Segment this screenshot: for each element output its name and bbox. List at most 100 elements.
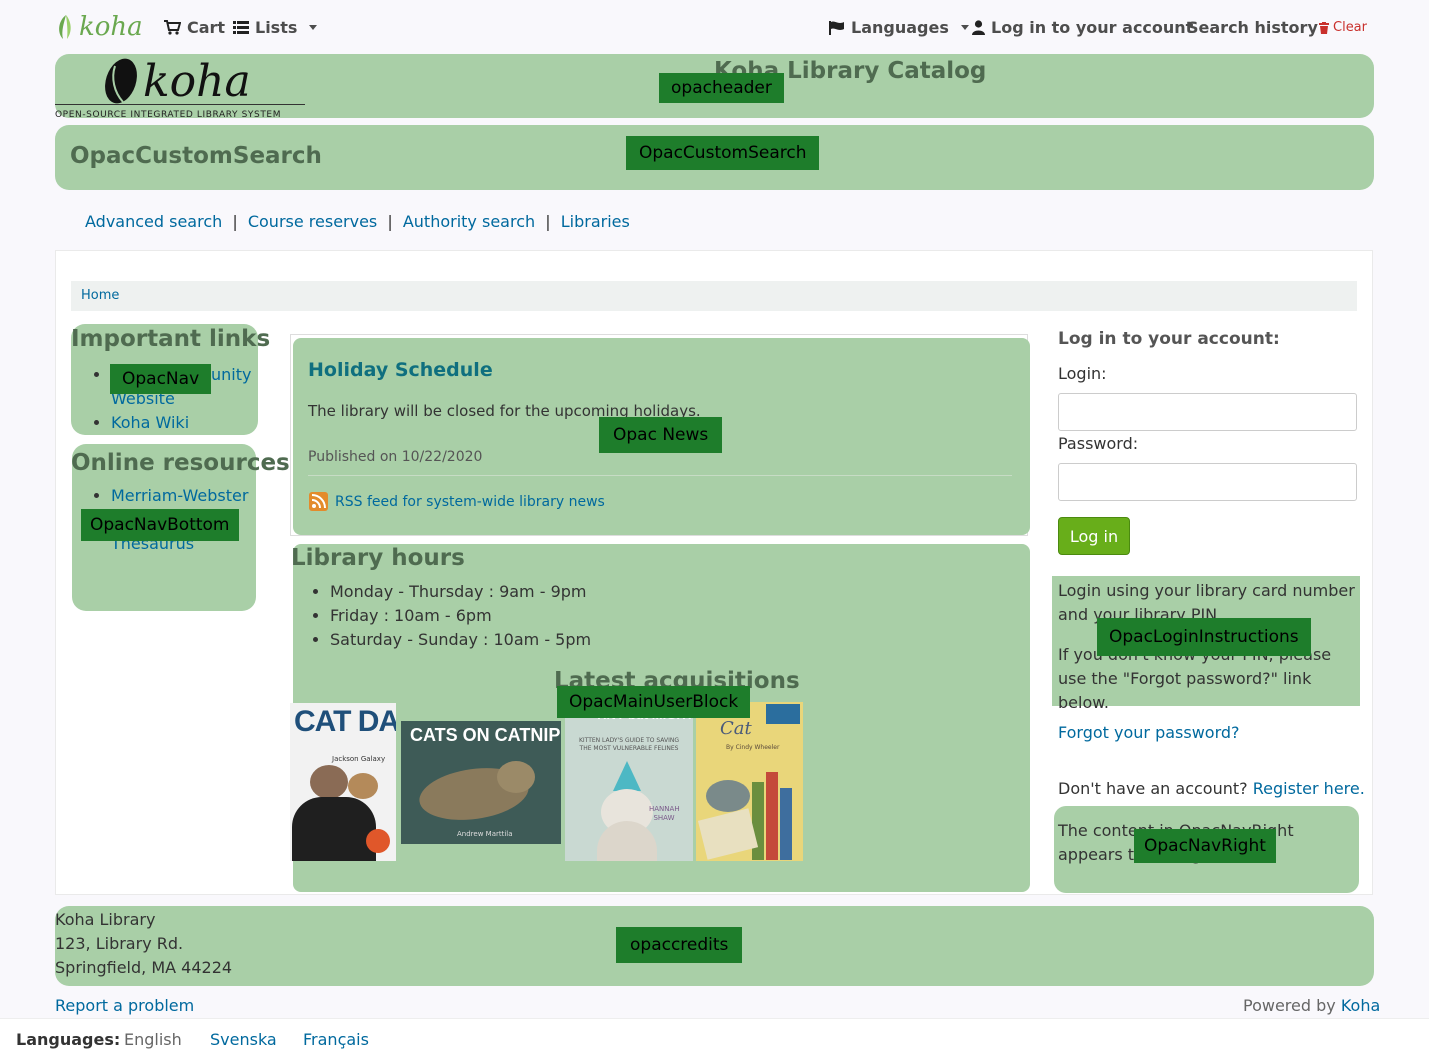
library-hours-heading: Library hours [291,545,465,571]
powered-by: Powered by Koha [1243,996,1380,1015]
opacheader-label: opacheader [659,73,784,103]
koha-wiki-link[interactable]: Koha Wiki [111,413,189,432]
book-author: Andrew Marttila [457,830,513,838]
cat-head [497,761,535,793]
library-address: Koha Library 123, Library Rd. Springfiel… [55,908,232,980]
list-icon [233,21,249,34]
koha-link[interactable]: Koha [1341,996,1380,1015]
library-city: Springfield, MA 44224 [55,958,233,977]
register-link[interactable]: Register here. [1253,779,1365,798]
languages-label: Languages [851,18,949,37]
login-link[interactable]: Log in to your account [972,18,1193,37]
libraries-link[interactable]: Libraries [561,212,630,231]
password-input[interactable] [1058,463,1357,501]
log-in-button[interactable]: Log in [1058,517,1130,555]
login-heading: Log in to your account: [1058,329,1280,349]
logo-text: koha [79,12,143,42]
book-title: CAT DADDY [294,705,396,738]
nav-right-label: OpacNavRight [1134,829,1276,863]
book-cover-cat[interactable]: Cat By Cindy Wheeler [696,702,803,861]
book-author: HANNAH SHAW [649,805,680,822]
login-field-label: Login: [1058,364,1107,383]
book-spine [780,788,792,860]
cart-label: Cart [187,18,226,37]
news-title[interactable]: Holiday Schedule [308,359,493,381]
search-history-label: Search history [1187,18,1318,37]
library-name: Koha Library [55,910,156,929]
important-links-heading: Important links [71,326,271,352]
languages-dropdown[interactable]: Languages [829,18,969,37]
clear-label: Clear [1333,20,1367,35]
rss-link[interactable]: RSS feed for system-wide library news [309,492,605,511]
separator: | [232,212,238,231]
koha-banner-logo[interactable]: koha OPEN-SOURCE INTEGRATED LIBRARY SYST… [55,54,307,122]
book-badge [366,829,390,853]
kitten-body [597,821,657,861]
breadcrumb: Home [71,281,1357,311]
powered-by-text: Powered by [1243,996,1336,1015]
advanced-search-link[interactable]: Advanced search [85,212,222,231]
top-navbar: koha Cart Lists Languages Log in to your… [0,0,1429,56]
library-hours-list: Monday - Thursday : 9am - 9pm Friday : 1… [290,580,690,652]
custom-search-text: OpacCustomSearch [70,143,322,169]
list-item: Merriam-Webster [111,484,271,508]
cat-image [706,780,750,812]
party-hat [613,761,641,791]
banner-logo-text: koha [143,56,251,107]
language-option-francais[interactable]: Français [303,1030,369,1049]
book-title: CATS ON CATNIP [410,725,561,745]
languages-bar-label: Languages: [16,1030,121,1049]
list-item: Saturday - Sunday : 10am - 5pm [330,628,690,652]
report-problem-link[interactable]: Report a problem [55,996,194,1015]
login-input[interactable] [1058,393,1357,431]
language-option-svenska[interactable]: Svenska [210,1030,277,1049]
list-item: Friday : 10am - 6pm [330,604,690,628]
book-subtitle: KITTEN LADY'S GUIDE TO SAVING THE MOST V… [578,737,680,752]
leaf-icon [59,15,71,39]
language-current: English [124,1030,182,1049]
trash-icon [1319,21,1329,34]
credits-label: opaccredits [616,927,743,963]
rss-icon [309,492,328,511]
cart-button[interactable]: Cart [164,18,225,37]
course-reserves-link[interactable]: Course reserves [248,212,377,231]
password-field-label: Password: [1058,434,1139,453]
book-title: Cat [720,718,752,739]
news-divider [308,475,1012,476]
lists-dropdown[interactable]: Lists [233,18,318,37]
custom-search-label: OpacCustomSearch [626,136,820,170]
clear-history-link[interactable]: Clear [1319,20,1367,35]
no-account-text: Don't have an account? [1058,779,1248,798]
book-cover-cat-daddy[interactable]: CAT DADDY Jackson Galaxy [290,703,396,861]
merriam-webster-link[interactable]: Merriam-Webster [111,486,248,505]
author-head [310,765,348,799]
list-item: Koha Wiki [111,411,261,435]
register-prompt: Don't have an account? Register here. [1058,779,1365,798]
flag-icon [829,20,844,35]
login-instructions-label: OpacLoginInstructions [1097,618,1311,656]
more-searches: Advanced search | Course reserves | Auth… [85,212,630,231]
lists-label: Lists [255,18,298,37]
authority-search-link[interactable]: Authority search [403,212,535,231]
book-cover-tiny-but-mighty[interactable]: TINY but MIGHTY KITTEN LADY'S GUIDE TO S… [565,703,693,861]
koha-home-logo[interactable]: koha [55,12,143,42]
search-history-link[interactable]: Search history [1187,18,1318,37]
breadcrumb-home-link[interactable]: Home [81,288,119,303]
book-author: By Cindy Wheeler [726,744,780,751]
news-label: Opac News [599,417,723,453]
opacnav-label: OpacNav [110,364,212,394]
opacnavbottom-label: OpacNavBottom [81,509,239,541]
news-published: Published on 10/22/2020 [308,449,483,465]
cat-image [348,773,378,799]
separator: | [545,212,551,231]
book-cover-cats-on-catnip[interactable]: CATS ON CATNIP Andrew Marttila [401,721,561,844]
library-street: 123, Library Rd. [55,934,184,953]
chevron-down-icon [960,25,969,30]
book-spine [766,772,778,860]
online-resources-heading: Online resources [71,450,290,476]
book-spine [752,782,764,860]
user-icon [972,20,985,35]
forgot-password-link[interactable]: Forgot your password? [1058,723,1240,742]
koha-leaf-icon [105,58,137,104]
logo-tagline: OPEN-SOURCE INTEGRATED LIBRARY SYSTEM [55,110,282,120]
